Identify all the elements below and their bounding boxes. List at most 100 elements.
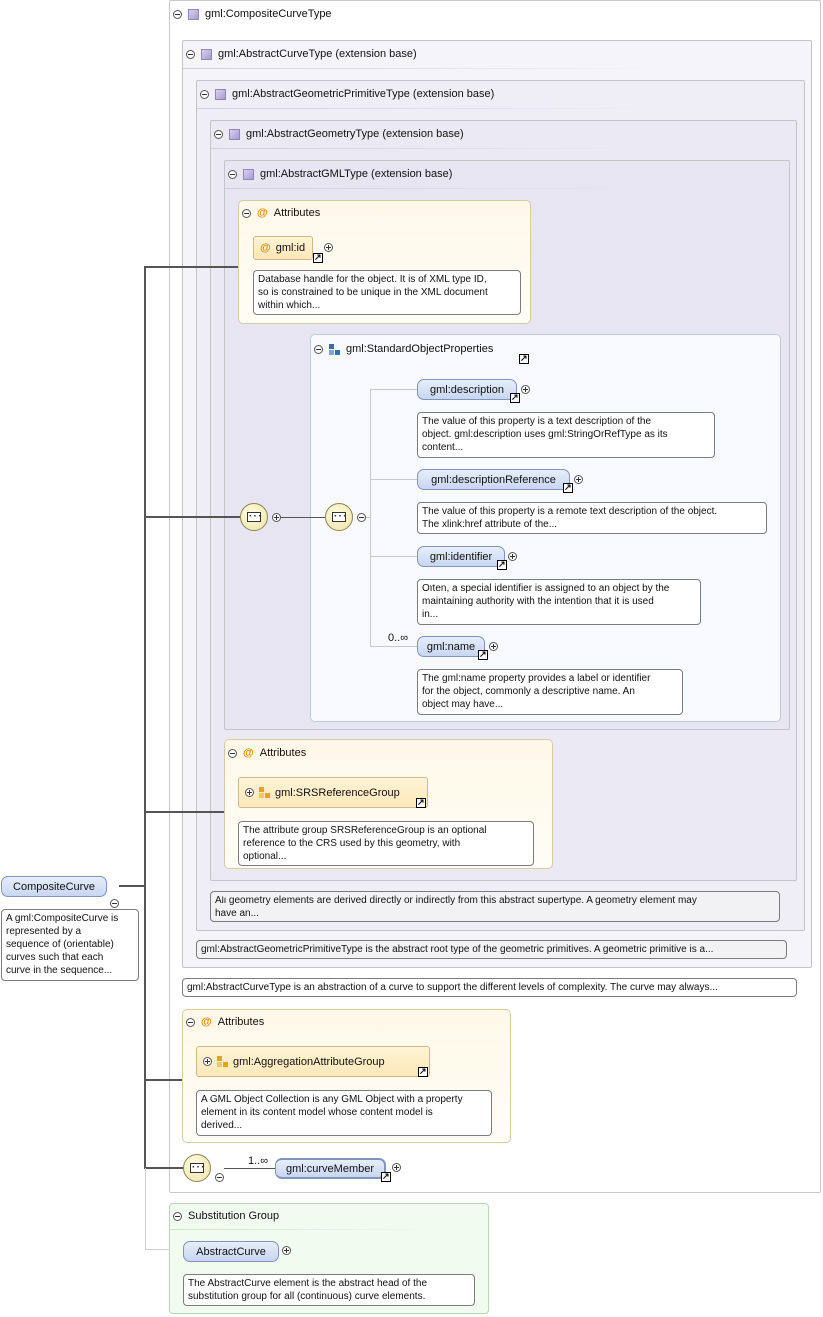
complex-type-icon [201, 48, 212, 60]
expand-icon[interactable] [521, 385, 530, 394]
attributes-header[interactable]: @ Attributes [242, 207, 320, 219]
collapse-icon[interactable] [215, 1173, 224, 1182]
reference-link-icon[interactable] [416, 796, 426, 808]
reference-link-icon[interactable] [563, 481, 573, 493]
element-label: AbstractCurve [196, 1245, 266, 1258]
abstract-geometry-type-note: All geometry elements are derived direct… [210, 891, 780, 922]
element-label: gml:description [430, 383, 504, 396]
reference-link-icon[interactable] [478, 648, 488, 660]
gml-identifier-element[interactable]: gml:identifier [417, 546, 505, 567]
gml-identifier-note: Often, a special identifier is assigned … [417, 579, 701, 625]
complex-type-icon [188, 8, 199, 20]
composite-curve-root-element[interactable]: CompositeCurve [1, 876, 107, 897]
attributes-header[interactable]: @ Attributes [186, 1016, 264, 1028]
occurrence-label: 0..∞ [388, 632, 409, 644]
attributes-heading: Attributes [259, 747, 307, 759]
collapse-icon[interactable] [272, 513, 281, 522]
attributes-header[interactable]: @ Attributes [228, 747, 306, 759]
gml-description-reference-note: The value of this property is a remote t… [417, 502, 767, 534]
abstract-curve-type-header[interactable]: gml:AbstractCurveType (extension base) [186, 48, 417, 60]
srs-reference-group[interactable]: gml:SRSReferenceGroup [238, 777, 428, 808]
reference-link-icon[interactable] [418, 1065, 428, 1077]
gml-name-note: The gml:name property provides a label o… [417, 669, 683, 715]
attributes-heading: Attributes [217, 1016, 265, 1028]
expand-icon[interactable] [282, 1246, 291, 1255]
gml-description-note: The value of this property is a text des… [417, 412, 715, 458]
element-label: gml:descriptionReference [431, 473, 556, 486]
srs-reference-group-note: The attribute group SRSReferenceGroup is… [238, 821, 534, 866]
composite-curve-note: A gml:CompositeCurve is represented by a… [1, 909, 139, 981]
substitution-group-header[interactable]: Substitution Group [173, 1210, 279, 1222]
expand-icon[interactable] [508, 552, 517, 561]
attribute-icon: @ [201, 1016, 212, 1028]
attribute-icon: @ [260, 242, 271, 254]
expand-icon[interactable] [324, 243, 333, 252]
collapse-toggle-icon[interactable] [173, 1211, 182, 1221]
type-label: gml:AbstractGeometricPrimitiveType (exte… [232, 88, 495, 100]
sequence-compositor-icon[interactable] [325, 503, 353, 531]
element-label: gml:identifier [429, 550, 493, 563]
complex-type-icon [229, 128, 240, 140]
abstract-geometric-primitive-type-note: gml:AbstractGeometricPrimitiveType is th… [196, 940, 787, 959]
attribute-label: gml:id [275, 242, 306, 254]
element-label: gml:curveMember [285, 1162, 375, 1175]
group-icon [329, 343, 340, 355]
standard-object-properties-header[interactable]: gml:StandardObjectProperties [314, 343, 493, 355]
collapse-toggle-icon[interactable] [228, 748, 237, 758]
abstract-curve-type-note: gml:AbstractCurveType is an abstraction … [182, 978, 797, 997]
gml-description-element[interactable]: gml:description [417, 379, 517, 400]
collapse-toggle-icon[interactable] [186, 1017, 195, 1027]
abstract-gml-type-header[interactable]: gml:AbstractGMLType (extension base) [228, 168, 452, 180]
collapse-toggle-icon[interactable] [200, 89, 209, 99]
expand-icon[interactable] [392, 1163, 401, 1172]
group-label: gml:SRSReferenceGroup [275, 786, 400, 799]
gml-description-reference-element[interactable]: gml:descriptionReference [417, 469, 570, 490]
attribute-group-icon [259, 787, 270, 798]
collapse-toggle-icon[interactable] [186, 49, 195, 59]
abstract-geometry-type-header[interactable]: gml:AbstractGeometryType (extension base… [214, 128, 464, 140]
gml-name-element[interactable]: gml:name [417, 636, 485, 657]
group-label: gml:StandardObjectProperties [346, 343, 494, 355]
occurrence-label: 1..∞ [248, 1155, 269, 1167]
element-label: CompositeCurve [13, 880, 95, 893]
type-label: gml:AbstractCurveType (extension base) [218, 48, 417, 60]
type-label: gml:AbstractGMLType (extension base) [260, 168, 453, 180]
expand-icon[interactable] [489, 642, 498, 651]
reference-link-icon[interactable] [313, 251, 323, 263]
abstract-geometric-primitive-type-header[interactable]: gml:AbstractGeometricPrimitiveType (exte… [200, 88, 494, 100]
collapse-toggle-icon[interactable] [242, 208, 251, 218]
reference-link-icon[interactable] [497, 558, 507, 570]
expand-toggle-icon[interactable] [203, 1057, 212, 1066]
sequence-compositor-icon[interactable] [240, 503, 268, 531]
collapse-icon[interactable] [110, 899, 119, 908]
collapse-toggle-icon[interactable] [173, 9, 182, 19]
composite-curve-type-header[interactable]: gml:CompositeCurveType [173, 8, 332, 20]
reference-link-icon[interactable] [510, 391, 520, 403]
type-label: gml:CompositeCurveType [205, 8, 332, 20]
gml-id-note: Database handle for the object. It is of… [253, 270, 521, 315]
attribute-icon: @ [243, 747, 254, 759]
reference-link-icon[interactable] [381, 1170, 391, 1182]
abstract-curve-note: The AbstractCurve element is the abstrac… [183, 1274, 475, 1306]
element-label: gml:name [426, 640, 476, 653]
abstract-curve-element[interactable]: AbstractCurve [183, 1241, 279, 1262]
attribute-icon: @ [257, 207, 268, 219]
collapse-toggle-icon[interactable] [314, 344, 323, 354]
collapse-toggle-icon[interactable] [228, 169, 237, 179]
sequence-compositor-icon[interactable] [183, 1154, 211, 1182]
complex-type-icon [215, 88, 226, 100]
gml-curve-member-element[interactable]: gml:curveMember [275, 1158, 386, 1179]
collapse-icon[interactable] [357, 513, 366, 522]
expand-toggle-icon[interactable] [245, 788, 254, 797]
complex-type-icon [243, 168, 254, 180]
aggregation-attribute-group[interactable]: gml:AggregationAttributeGroup [196, 1046, 430, 1077]
expand-icon[interactable] [574, 475, 583, 484]
attributes-heading: Attributes [273, 207, 321, 219]
gml-id-attribute[interactable]: @ gml:id [253, 236, 313, 260]
reference-link-icon[interactable] [519, 352, 529, 364]
substitution-heading: Substitution Group [188, 1210, 280, 1222]
group-label: gml:AggregationAttributeGroup [233, 1055, 385, 1068]
type-label: gml:AbstractGeometryType (extension base… [246, 128, 464, 140]
attribute-group-icon [217, 1056, 228, 1067]
collapse-toggle-icon[interactable] [214, 129, 223, 139]
